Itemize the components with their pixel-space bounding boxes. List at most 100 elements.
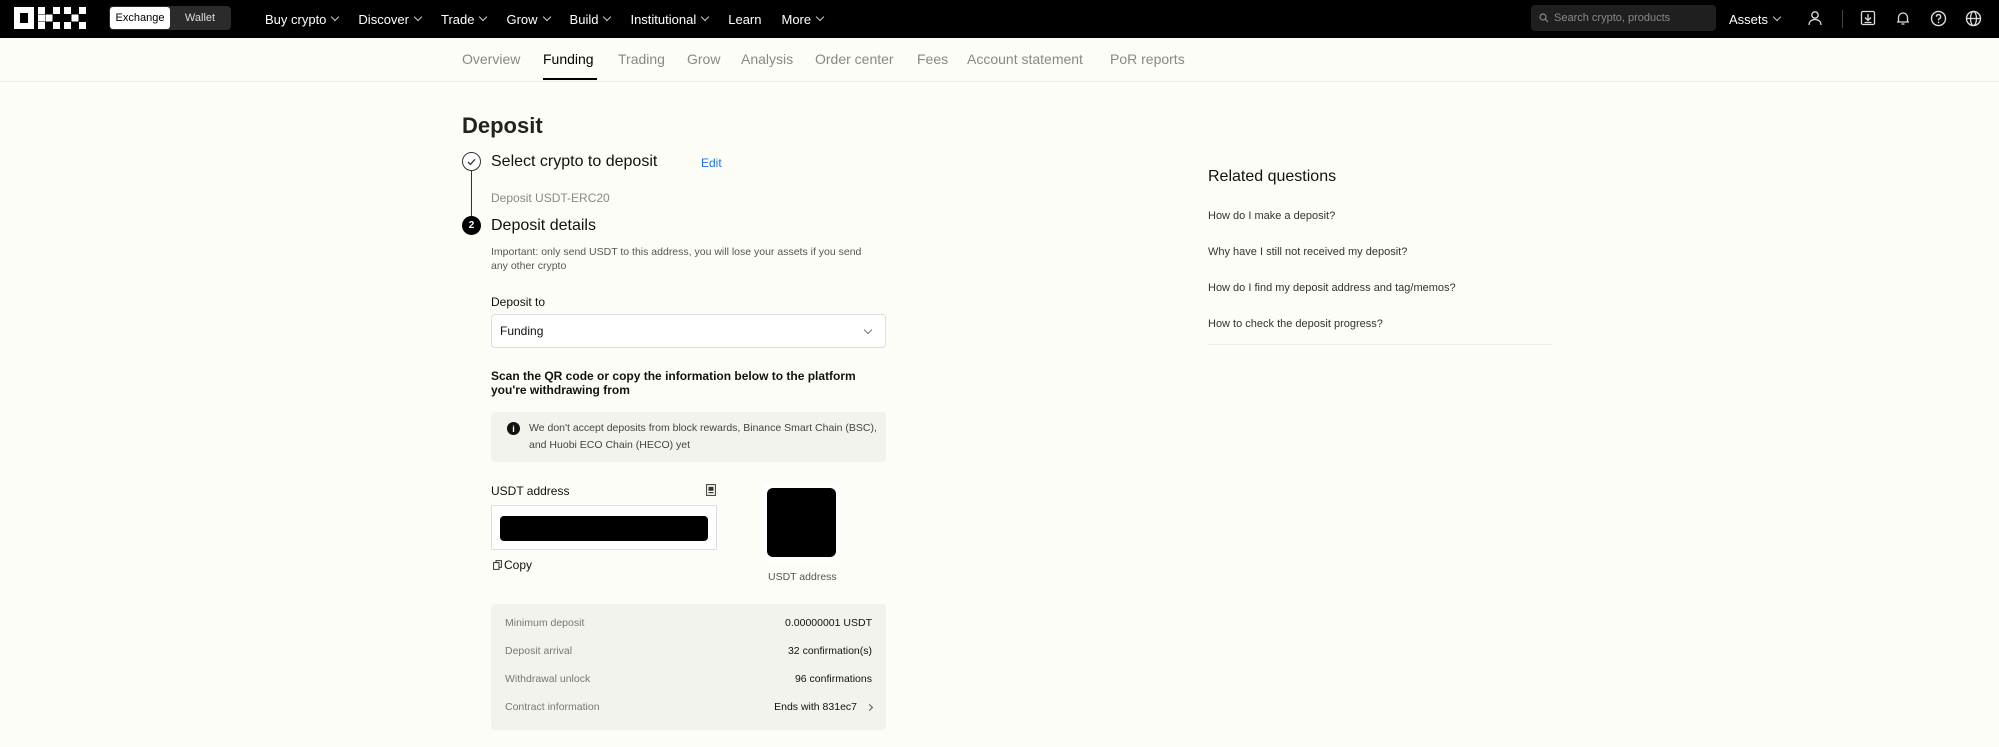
info-key: Withdrawal unlock (505, 673, 591, 685)
nav-label: Buy crypto (265, 11, 327, 27)
chevron-down-icon (815, 12, 825, 22)
related-question-link[interactable]: How to check the deposit progress? (1208, 318, 1383, 330)
info-key: Contract information (505, 701, 600, 713)
help-icon[interactable] (1928, 8, 1948, 28)
chevron-right-icon (865, 703, 874, 711)
assets-label: Assets (1729, 11, 1769, 27)
step-complete-icon (462, 152, 481, 171)
info-value: 96 confirmations (794, 673, 872, 685)
okx-logo[interactable] (14, 7, 86, 29)
top-nav: Buy crypto Discover Trade Grow Build Institut… (265, 0, 843, 38)
contract-info-value: Ends with 831ec7 (774, 701, 874, 713)
related-question-link[interactable]: How do I find my deposit address and tag… (1208, 282, 1456, 294)
tab-por-reports[interactable]: PoR reports (1110, 51, 1185, 67)
exchange-toggle[interactable]: Exchange (110, 7, 170, 29)
important-warning: Important: only send USDT to this addres… (491, 246, 862, 272)
tab-grow[interactable]: Grow (687, 51, 720, 67)
top-bar: Exchange Wallet Buy crypto Discover Trade G… (0, 0, 1999, 38)
nav-label: Build (569, 11, 599, 27)
nav-label: Learn (728, 11, 762, 27)
download-icon[interactable] (1858, 8, 1878, 28)
info-icon: i (507, 422, 520, 435)
nav-label: Grow (506, 11, 538, 27)
search-icon (1539, 13, 1549, 23)
qr-code (763, 484, 840, 561)
deposit-info-card: Minimum deposit 0.00000001 USDT Deposit … (491, 604, 886, 730)
scan-instruction: Scan the QR code or copy the information… (491, 369, 891, 397)
nav-label: More (781, 11, 812, 27)
address-label: USDT address (491, 484, 570, 498)
tab-analysis[interactable]: Analysis (741, 51, 793, 67)
info-row: Withdrawal unlock 96 confirmations (505, 673, 872, 685)
step1-title: Select crypto to deposit (491, 153, 658, 170)
active-tab-indicator (543, 78, 597, 80)
globe-icon[interactable] (1963, 8, 1983, 28)
redacted-address (500, 516, 708, 541)
tab-fees[interactable]: Fees (917, 51, 948, 67)
redacted-qr (767, 488, 836, 557)
chevron-down-icon (542, 12, 551, 22)
related-question-link[interactable]: Why have I still not received my deposit… (1208, 246, 1407, 258)
nav-build[interactable]: Build (569, 11, 612, 27)
divider (1842, 10, 1843, 28)
deposit-to-value: Funding (500, 324, 544, 338)
related-question-link[interactable]: How do I make a deposit? (1208, 210, 1335, 222)
nav-more[interactable]: More (781, 11, 825, 27)
copy-label: Copy (504, 558, 533, 572)
chevron-down-icon (700, 12, 710, 22)
divider (1208, 344, 1553, 345)
nav-trade[interactable]: Trade (441, 11, 488, 27)
chevron-down-icon (1772, 12, 1782, 22)
deposit-to-select[interactable]: Funding (491, 314, 886, 348)
assets-menu[interactable]: Assets (1729, 0, 1782, 38)
info-row: Minimum deposit 0.00000001 USDT (505, 617, 872, 629)
copy-icon (493, 560, 502, 570)
tab-overview[interactable]: Overview (462, 51, 520, 67)
scan-text-a: Scan the QR code (491, 369, 594, 383)
search-input[interactable] (1554, 12, 1704, 24)
step2-title: Deposit details (491, 217, 596, 234)
chevron-down-icon (331, 12, 340, 22)
notice-text: We don't accept deposits from block rewa… (529, 422, 877, 451)
nav-buy-crypto[interactable]: Buy crypto (265, 11, 340, 27)
account-subnav: Overview Funding Trading Grow Analysis O… (0, 38, 1999, 82)
qr-code-icon[interactable] (706, 484, 716, 496)
nav-label: Trade (441, 11, 475, 27)
chevron-down-icon (413, 12, 423, 22)
tab-trading[interactable]: Trading (618, 51, 665, 67)
copy-button[interactable]: Copy (493, 558, 532, 572)
tab-funding[interactable]: Funding (543, 51, 594, 67)
search-box[interactable] (1531, 5, 1716, 31)
tab-account-statement[interactable]: Account statement (967, 51, 1083, 67)
nav-learn[interactable]: Learn (728, 12, 761, 27)
nav-discover[interactable]: Discover (358, 11, 423, 27)
address-field[interactable] (491, 505, 717, 550)
nav-label: Discover (358, 11, 409, 27)
info-value: Ends with 831ec7 (774, 701, 857, 713)
info-key: Minimum deposit (505, 617, 585, 629)
page-title: Deposit (462, 113, 543, 138)
chevron-down-icon (603, 12, 612, 22)
bell-icon[interactable] (1893, 8, 1913, 28)
nav-institutional[interactable]: Institutional (630, 11, 710, 27)
info-row: Deposit arrival 32 confirmation(s) (505, 645, 872, 657)
nav-grow[interactable]: Grow (506, 11, 551, 27)
chevron-down-icon (479, 12, 488, 22)
info-value: 0.00000001 USDT (785, 617, 872, 629)
info-value: 32 confirmation(s) (787, 645, 872, 657)
info-key: Deposit arrival (505, 645, 573, 657)
contract-info-row[interactable]: Contract information Ends with 831ec7 (505, 701, 874, 713)
tab-order-center[interactable]: Order center (815, 51, 894, 67)
scan-text-or: or (597, 369, 610, 383)
chevron-down-icon (863, 325, 873, 335)
deposit-to-label: Deposit to (491, 295, 546, 309)
wallet-toggle[interactable]: Wallet (170, 7, 230, 29)
edit-crypto-link[interactable]: Edit (701, 156, 722, 170)
deposit-notice: i We don't accept deposits from block re… (491, 412, 886, 462)
step-connector (471, 171, 473, 216)
selected-crypto: Deposit USDT-ERC20 (491, 191, 610, 205)
step2-number: 2 (462, 216, 481, 235)
nav-label: Institutional (630, 11, 697, 27)
qr-caption: USDT address (768, 571, 837, 583)
user-icon[interactable] (1805, 8, 1825, 28)
